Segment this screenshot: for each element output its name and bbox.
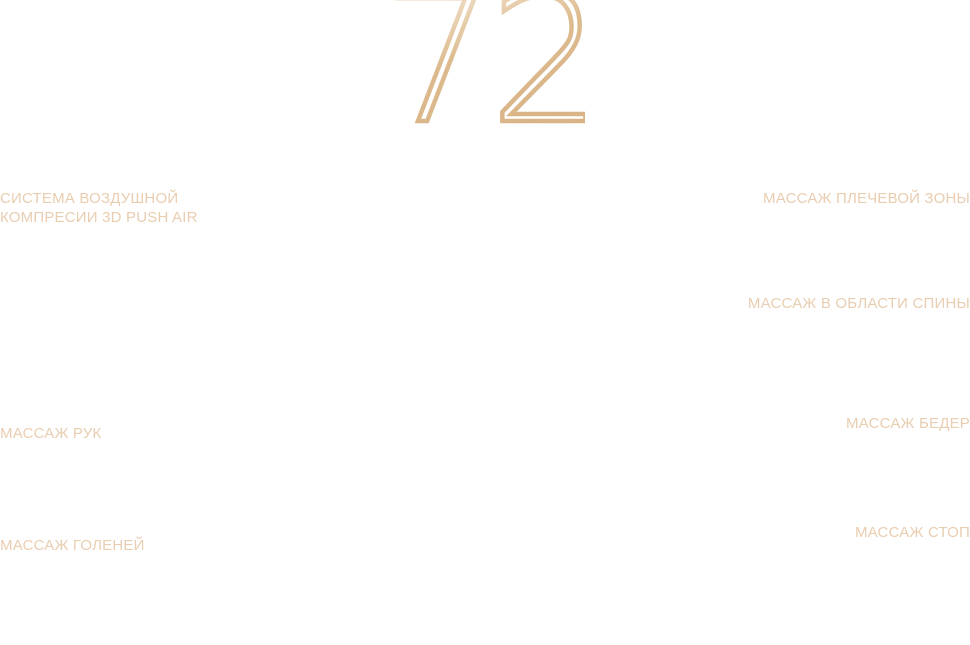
count-text: 72 — [395, 0, 585, 130]
feature-air-compression-line2: КОМПРЕСИИ 3D PUSH AIR — [0, 209, 198, 226]
feature-air-compression: СИСТЕМА ВОЗДУШНОЙ КОМПРЕСИИ 3D PUSH AIR — [0, 189, 198, 227]
feature-hips-massage: МАССАЖ БЕДЕР — [846, 415, 970, 432]
feature-arms-massage: МАССАЖ РУК — [0, 425, 102, 442]
feature-shins-massage: МАССАЖ ГОЛЕНЕЙ — [0, 537, 145, 554]
feature-feet-massage: МАССАЖ СТОП — [854, 524, 970, 541]
feature-shoulder-massage: МАССАЖ ПЛЕЧЕВОЙ ЗОНЫ — [763, 190, 970, 207]
feature-back-massage: МАССАЖ В ОБЛАСТИ СПИНЫ — [747, 295, 970, 312]
feature-air-compression-line1: СИСТЕМА ВОЗДУШНОЙ — [0, 190, 179, 207]
count-graphic: 72 — [395, 0, 585, 130]
feature-count-number: 72 — [395, 0, 585, 130]
features-section: 72 СИСТЕМА ВОЗДУШНОЙ КОМПРЕСИИ 3D PUSH A… — [0, 0, 970, 645]
